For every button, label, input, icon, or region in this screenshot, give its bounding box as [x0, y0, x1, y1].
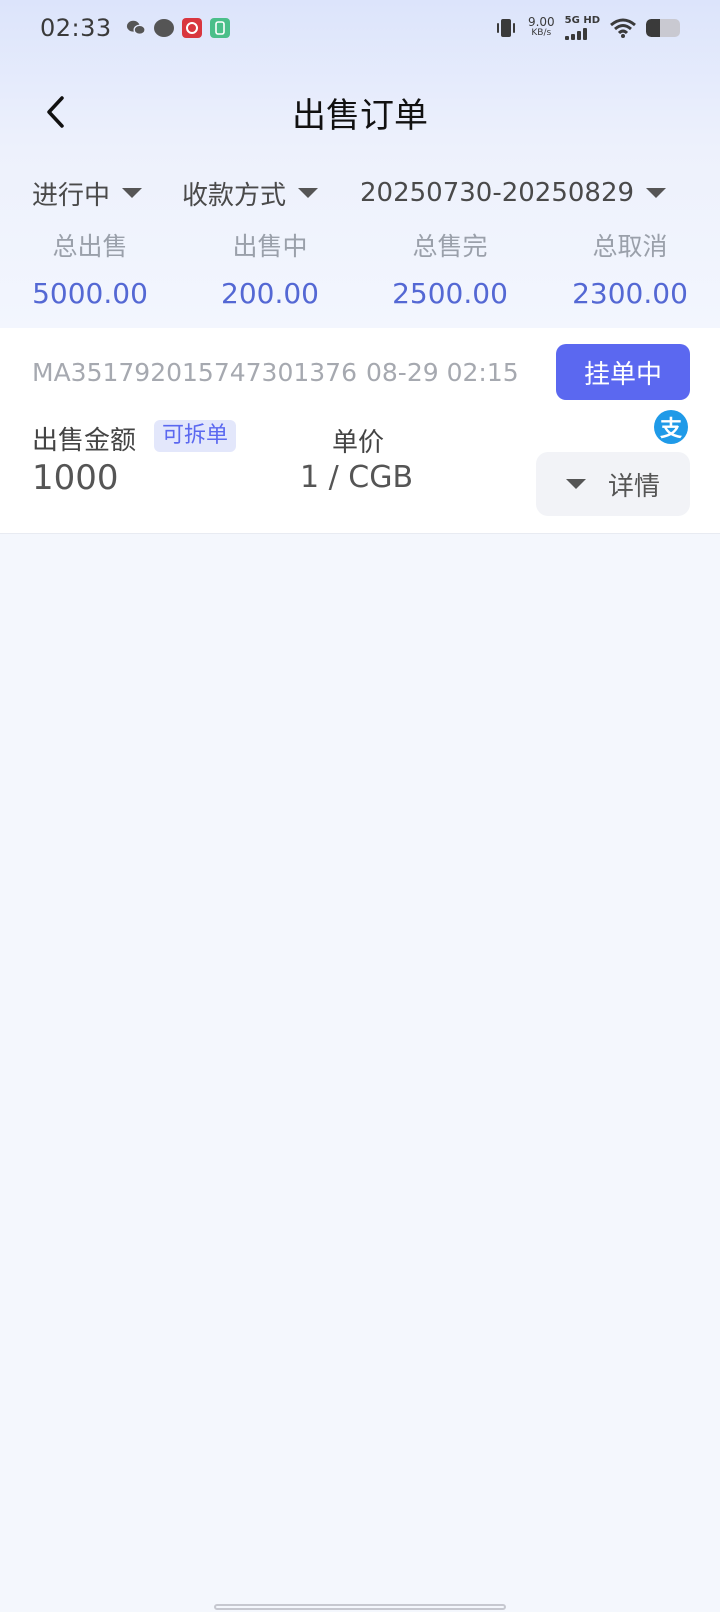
- order-time: 08-29 02:15: [366, 358, 519, 387]
- stat-sold-out: 总售完 2500.00: [360, 226, 540, 320]
- status-bar: 02:33 9.00 KB/s 5G HD: [0, 0, 720, 56]
- amount-value: 1000: [32, 458, 119, 498]
- stat-label: 总取消: [592, 232, 668, 261]
- price-value: 1 / CGB: [300, 460, 414, 495]
- stat-selling: 出售中 200.00: [180, 226, 360, 320]
- stat-value: 5000.00: [32, 277, 148, 310]
- message-icon: [153, 19, 174, 37]
- notification-icons: [126, 18, 230, 38]
- status-time: 02:33: [40, 14, 112, 42]
- wifi-icon: [610, 18, 636, 38]
- page-title: 出售订单: [292, 95, 428, 136]
- caret-down-icon: [298, 188, 319, 198]
- network-speed: 9.00 KB/s: [527, 15, 555, 39]
- order-number: MA351792015747301376: [32, 358, 357, 387]
- stat-total-sold: 总出售 5000.00: [0, 226, 180, 320]
- stat-label: 出售中: [232, 232, 308, 261]
- date-range-label: 20250730-20250829: [360, 178, 635, 208]
- speed-unit: KB/s: [531, 28, 552, 38]
- order-card[interactable]: MA351792015747301376 08-29 02:15 挂单中 出售金…: [0, 328, 720, 534]
- green-app-icon: [209, 18, 230, 38]
- wechat-icon: [126, 18, 146, 38]
- status-filter[interactable]: 进行中: [32, 175, 182, 212]
- caret-down-icon: [646, 188, 667, 198]
- caret-down-icon: [565, 479, 586, 489]
- home-indicator[interactable]: [214, 1604, 506, 1610]
- detail-button[interactable]: 详情: [536, 452, 690, 516]
- summary-stats: 总出售 5000.00 出售中 200.00 总售完 2500.00 总取消 2…: [0, 226, 720, 320]
- stat-cancelled: 总取消 2300.00: [540, 226, 720, 320]
- caret-down-icon: [122, 188, 143, 198]
- detail-label: 详情: [607, 471, 660, 502]
- alipay-icon: 支: [654, 410, 688, 444]
- stat-label: 总售完: [412, 232, 488, 261]
- back-button[interactable]: [36, 88, 76, 136]
- battery-icon: [646, 19, 680, 37]
- stat-value: 2300.00: [572, 277, 688, 310]
- stat-value: 2500.00: [392, 277, 508, 310]
- split-order-badge: 可拆单: [154, 420, 237, 452]
- date-range-filter[interactable]: 20250730-20250829: [360, 178, 667, 208]
- payment-method-filter[interactable]: 收款方式: [182, 175, 360, 212]
- vibrate-icon: [496, 19, 515, 37]
- stat-label: 总出售: [52, 232, 128, 261]
- alipay-icon-glyph: 支: [659, 417, 682, 442]
- order-status-button[interactable]: 挂单中: [556, 344, 690, 400]
- amount-label: 出售金额: [32, 426, 137, 456]
- status-filter-label: 进行中: [32, 180, 111, 211]
- red-app-icon: [181, 18, 202, 38]
- price-label: 单价: [332, 428, 385, 458]
- filter-bar: 进行中 收款方式 20250730-20250829: [0, 168, 720, 218]
- speed-value: 9.00: [527, 15, 555, 29]
- network-type: 5G HD: [564, 15, 600, 26]
- status-right-group: 9.00 KB/s 5G HD: [494, 16, 680, 40]
- order-status-label: 挂单中: [583, 359, 662, 390]
- signal-icon: 5G HD: [564, 15, 600, 40]
- stat-value: 200.00: [221, 277, 319, 310]
- back-arrow-icon: [47, 96, 64, 128]
- payment-filter-label: 收款方式: [182, 180, 287, 211]
- page-header: 出售订单: [0, 72, 720, 152]
